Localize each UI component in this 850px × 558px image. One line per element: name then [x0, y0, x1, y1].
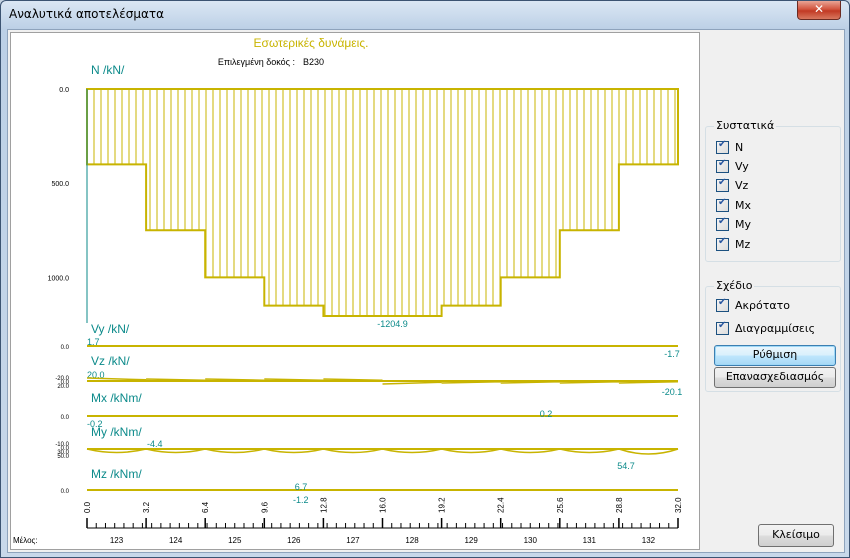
- close-button[interactable]: Κλείσιμο: [758, 524, 834, 547]
- mz-panel-label: Mz /kNm/: [91, 467, 142, 481]
- mz-max-label: 6.7: [295, 482, 308, 492]
- x-tick-label: 12.8: [319, 497, 328, 513]
- mx-max-label: 0.2: [540, 409, 553, 419]
- component-checkbox-box[interactable]: [716, 236, 729, 251]
- x-tick-label: 6.4: [201, 501, 210, 513]
- vy-tick-label: 0.0: [61, 345, 70, 351]
- component-checkbox-vz[interactable]: Vz: [716, 177, 749, 194]
- title-bar: Αναλυτικά αποτελέσματα ✕: [1, 1, 849, 29]
- mz-tick-label: 0.0: [61, 489, 70, 495]
- component-checkbox-my[interactable]: My: [716, 216, 752, 233]
- extremum-label: Ακρότατο: [735, 298, 790, 312]
- results-window: Αναλυτικά αποτελέσματα ✕ Εσωτερικές δυνά…: [0, 0, 850, 558]
- component-checkbox-box[interactable]: [716, 197, 729, 212]
- vy-min-label: 1.7: [87, 337, 100, 347]
- x-tick-label: 19.2: [438, 497, 447, 513]
- member-label: 123: [110, 536, 124, 545]
- mz-min-label: -1.2: [293, 495, 309, 505]
- settings-button[interactable]: Ρύθμιση: [714, 345, 836, 366]
- component-checkbox-n[interactable]: N: [716, 139, 743, 155]
- component-checkbox-mz[interactable]: Mz: [716, 236, 750, 252]
- hatching-label: Διαγραμμίσεις: [735, 321, 816, 335]
- member-label: 132: [642, 536, 656, 545]
- hatching-checkbox[interactable]: Διαγραμμίσεις: [716, 320, 815, 336]
- components-legend: Συστατικά: [714, 119, 777, 132]
- vz-panel-label: Vz /kN/: [91, 354, 130, 368]
- x-tick-label: 3.2: [142, 501, 151, 513]
- members-label: Μέλος:: [13, 536, 38, 545]
- component-label: Mx: [735, 198, 752, 212]
- drawing-legend: Σχέδιο: [714, 279, 755, 292]
- member-label: 130: [524, 536, 538, 545]
- diagram-svg: Εσωτερικές δυνάμεις. Επιλεγμένη δοκός : B2…: [13, 36, 683, 545]
- beam-id: B230: [303, 57, 324, 67]
- member-label: 131: [583, 536, 597, 545]
- member-label: 128: [405, 536, 419, 545]
- component-label: Mz: [735, 237, 751, 251]
- component-checkbox-box[interactable]: [716, 139, 729, 154]
- x-tick-label: 25.6: [556, 497, 565, 513]
- vz-max-label: -20.1: [662, 387, 683, 397]
- component-checkbox-vy[interactable]: Vy: [716, 158, 749, 174]
- n-panel-label: N /kN/: [91, 63, 125, 77]
- mx-panel-label: Mx /kNm/: [91, 391, 142, 405]
- diagram-heading: Εσωτερικές δυνάμεις.: [254, 36, 369, 50]
- diagram-plot[interactable]: Εσωτερικές δυνάμεις. Επιλεγμένη δοκός : B2…: [10, 32, 700, 550]
- my-panel-label: My /kNm/: [91, 425, 142, 439]
- component-checkbox-box[interactable]: [716, 216, 729, 232]
- my-min-label: -4.4: [147, 439, 163, 449]
- hatching-checkbox-box[interactable]: [716, 320, 729, 335]
- member-label: 127: [346, 536, 360, 545]
- member-label: 125: [228, 536, 242, 545]
- x-tick-label: 9.6: [260, 501, 269, 513]
- x-tick-label: 0.0: [83, 501, 92, 513]
- n-tick-label: 0.0: [59, 87, 69, 94]
- member-label: 124: [169, 536, 183, 545]
- component-checkbox-mx[interactable]: Mx: [716, 197, 751, 213]
- n-tick-label: 500.0: [51, 181, 69, 188]
- n-diagram-outline: [86, 88, 679, 317]
- component-label: My: [735, 218, 752, 232]
- member-label: 129: [464, 536, 478, 545]
- component-checkbox-box[interactable]: [716, 158, 729, 173]
- drawing-group: Σχέδιο Ακρότατο Διαγραμμίσεις Ρύθμιση Επ…: [705, 279, 841, 392]
- component-checkbox-box[interactable]: [716, 177, 729, 193]
- my-max-label: 54.7: [617, 461, 635, 471]
- member-label: 126: [287, 536, 301, 545]
- x-tick-label: 32.0: [674, 497, 683, 513]
- redraw-button[interactable]: Επανασχεδιασμός: [714, 367, 836, 388]
- component-label: N: [735, 140, 744, 154]
- mx-tick-label: 0.0: [61, 415, 70, 421]
- window-title: Αναλυτικά αποτελέσματα: [9, 7, 165, 21]
- vy-panel-label: Vy /kN/: [91, 322, 130, 336]
- n-max-label: -1204.9: [377, 319, 408, 329]
- component-label: Vy: [735, 159, 749, 173]
- x-tick-label: 28.8: [615, 497, 624, 513]
- n-tick-label: 1000.0: [48, 275, 70, 282]
- vy-max-label: -1.7: [664, 349, 680, 359]
- extremum-checkbox[interactable]: Ακρότατο: [716, 297, 790, 313]
- x-tick-label: 16.0: [379, 497, 388, 513]
- window-close-button[interactable]: ✕: [797, 1, 841, 20]
- extremum-checkbox-box[interactable]: [716, 297, 729, 312]
- components-group: Συστατικά N Vy Vz Mx My Mz: [705, 119, 841, 262]
- beam-label: Επιλεγμένη δοκός :: [218, 57, 295, 67]
- component-label: Vz: [735, 179, 749, 193]
- vz-tick-label: 20.0: [57, 384, 69, 390]
- my-tick-label: 50.0: [57, 454, 69, 460]
- x-tick-label: 22.4: [497, 497, 506, 513]
- n-diagram-hatching: [86, 89, 676, 316]
- client-area: Εσωτερικές δυνάμεις. Επιλεγμένη δοκός : B2…: [7, 29, 845, 553]
